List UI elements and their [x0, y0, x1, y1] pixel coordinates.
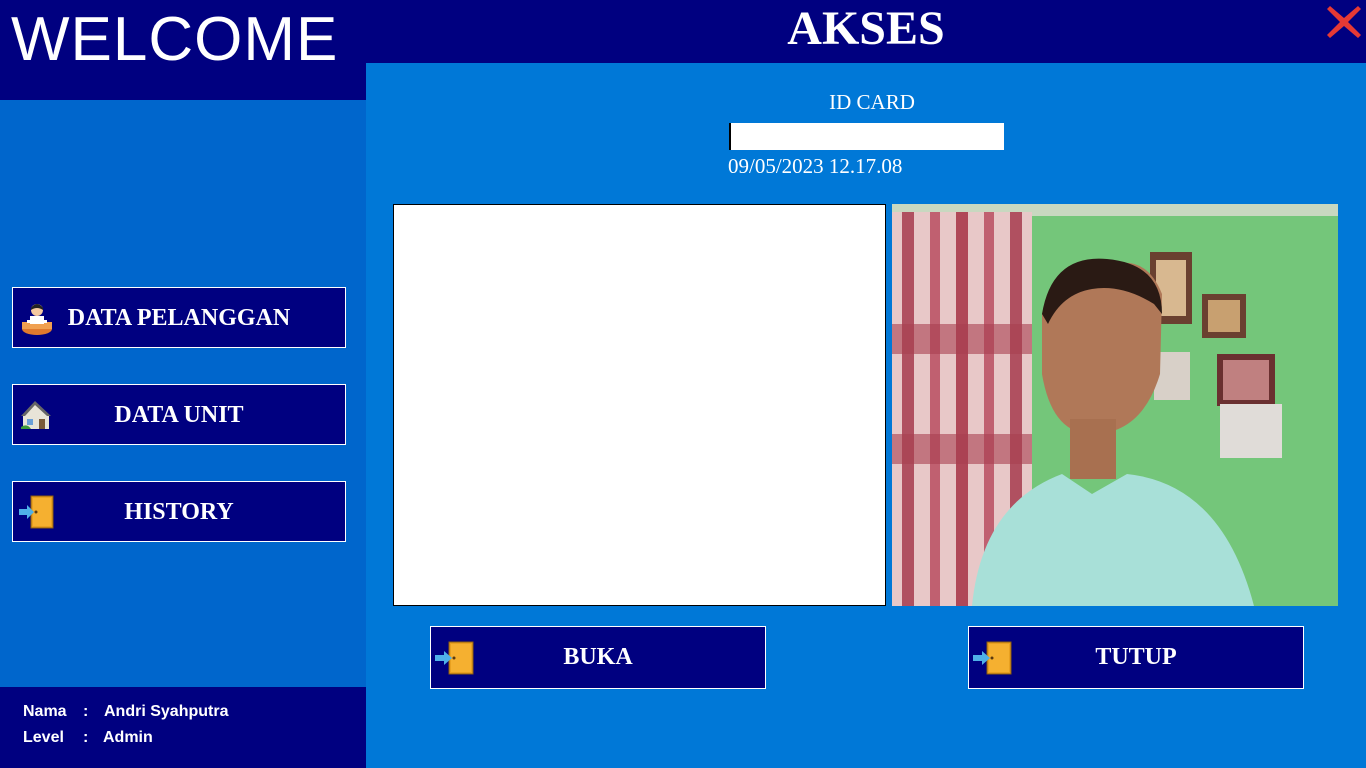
data-unit-button[interactable]: DATA UNIT [12, 384, 346, 445]
data-pelanggan-button[interactable]: DATA PELANGGAN [12, 287, 346, 348]
welcome-banner: WELCOME [0, 0, 366, 100]
data-pelanggan-label: DATA PELANGGAN [67, 305, 291, 331]
photo-panel [393, 204, 886, 606]
user-name: Andri Syahputra [104, 703, 229, 720]
level-label: Level [23, 729, 64, 746]
buka-button[interactable]: BUKA [430, 626, 766, 689]
datetime-display: 09/05/2023 12.17.08 [728, 154, 903, 178]
user-info-panel: Nama: Andri Syahputra Level: Admin [0, 687, 366, 768]
buka-label: BUKA [563, 644, 633, 670]
data-unit-label: DATA UNIT [114, 402, 244, 428]
level-separator: : [83, 729, 89, 746]
close-icon[interactable] [1324, 2, 1364, 42]
tutup-label: TUTUP [1095, 644, 1177, 670]
history-button[interactable]: HISTORY [12, 481, 346, 542]
name-label: Nama [23, 703, 67, 720]
camera-feed [892, 204, 1338, 606]
id-card-input[interactable] [729, 123, 1004, 150]
user-level-row: Level: Admin [23, 729, 153, 747]
user-level: Admin [103, 729, 153, 746]
id-card-label: ID CARD [829, 90, 915, 114]
history-label: HISTORY [124, 499, 234, 525]
tutup-button[interactable]: TUTUP [968, 626, 1304, 689]
main-header: AKSES [366, 0, 1366, 63]
name-separator: : [83, 703, 89, 720]
page-title: AKSES [787, 2, 945, 55]
user-name-row: Nama: Andri Syahputra [23, 703, 228, 721]
welcome-title: WELCOME [11, 5, 339, 74]
sidebar: WELCOME DATA PELANGGAN DATA UNIT HISTORY… [0, 0, 366, 768]
